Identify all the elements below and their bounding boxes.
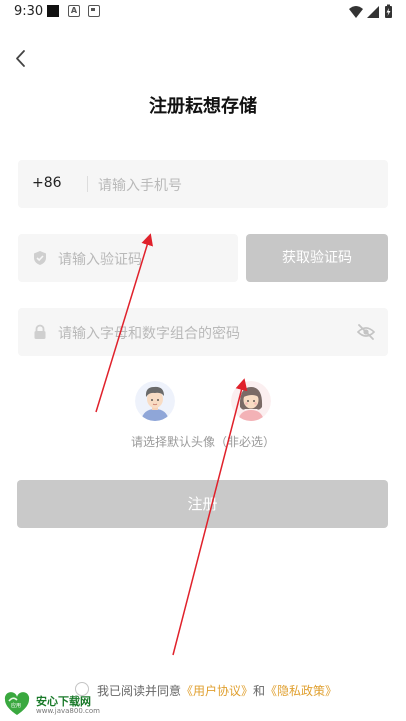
card-icon — [88, 5, 100, 17]
password-placeholder: 请输入字母和数字组合的密码 — [58, 326, 240, 342]
agreement-and: 和 — [253, 684, 266, 698]
a-box-icon: A — [68, 5, 80, 17]
status-bar: 9:30 A — [0, 0, 406, 24]
agreement-row: 我已阅读并同意《用户协议》和《隐私政策》 — [75, 680, 395, 698]
code-field[interactable]: 请输入验证码 — [18, 234, 238, 282]
watermark-logo-icon: 应用 — [4, 692, 30, 715]
watermark: 应用 安心下载网 www.java800.com — [4, 690, 114, 718]
country-code[interactable]: +86 — [32, 175, 62, 191]
agreement-text: 我已阅读并同意《用户协议》和《隐私政策》 — [97, 682, 337, 699]
girl-avatar-icon — [231, 381, 271, 421]
status-right-icons — [349, 4, 392, 18]
lock-icon — [34, 324, 46, 339]
divider — [87, 176, 88, 192]
get-code-button[interactable]: 获取验证码 — [246, 234, 388, 282]
phone-field[interactable]: +86 请输入手机号 — [18, 160, 388, 208]
girl-avatar[interactable] — [231, 381, 271, 421]
watermark-url: www.java800.com — [36, 707, 100, 715]
page-title: 注册耘想存储 — [149, 96, 257, 117]
shield-icon — [34, 251, 46, 265]
avatar-hint: 请选择默认头像（非必选） — [130, 435, 275, 449]
phone-placeholder: 请输入手机号 — [98, 178, 182, 194]
svg-text:应用: 应用 — [11, 702, 21, 709]
password-field[interactable]: 请输入字母和数字组合的密码 — [18, 308, 388, 356]
chevron-left-icon — [16, 50, 25, 67]
user-agreement-link[interactable]: 《用户协议》 — [181, 684, 253, 698]
black-square-icon — [47, 5, 59, 17]
status-time: 9:30 — [14, 4, 44, 19]
register-button[interactable]: 注册 — [17, 480, 388, 528]
signal-icon — [367, 6, 379, 18]
back-button[interactable] — [8, 46, 34, 72]
boy-avatar[interactable] — [135, 381, 175, 421]
boy-avatar-icon — [135, 381, 175, 421]
privacy-policy-link[interactable]: 《隐私政策》 — [265, 684, 337, 698]
code-placeholder: 请输入验证码 — [58, 252, 142, 268]
wifi-icon — [349, 6, 363, 18]
eye-off-icon[interactable] — [356, 322, 376, 342]
